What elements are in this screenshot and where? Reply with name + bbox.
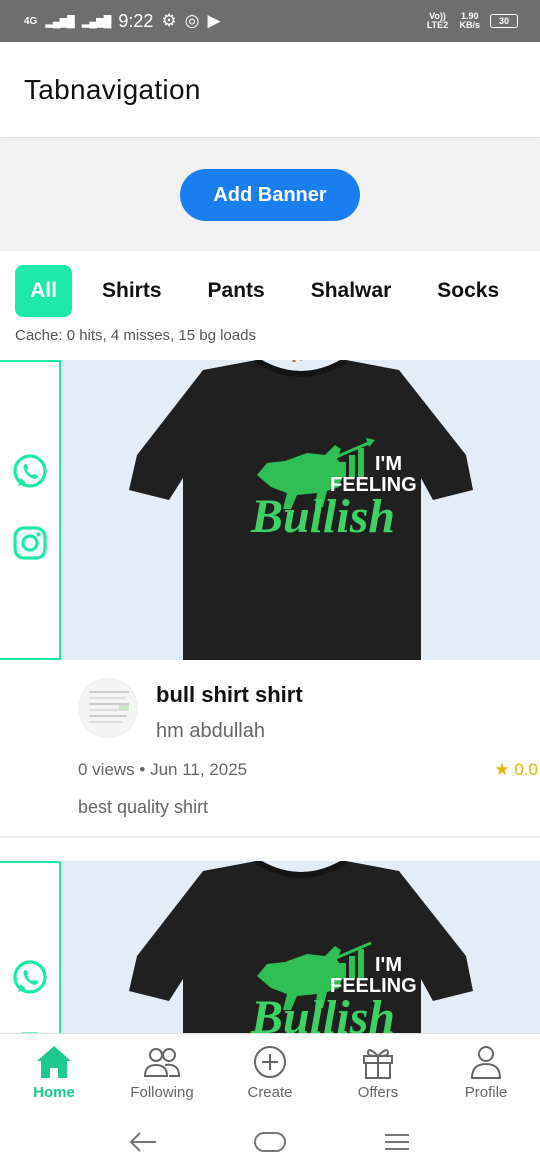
tab-shirts[interactable]: Shirts [102,265,162,317]
tab-shalwar[interactable]: Shalwar [311,265,392,317]
post-rating: ★ 0.0 [494,760,538,779]
post-image[interactable]: I'M FEELING Bullish [61,360,540,660]
category-tabs: All Shirts Pants Shalwar Socks [15,265,499,317]
nav-home[interactable]: Home [0,1034,108,1113]
signal-icon: ▂▄▆█ [45,15,74,28]
settings-icon: ⚙ [161,11,177,30]
share-sidebar [0,360,61,660]
cache-status: Cache: 0 hits, 4 misses, 15 bg loads [15,327,256,344]
avatar[interactable] [78,678,138,738]
post-description: best quality shirt [78,797,209,817]
tab-pants[interactable]: Pants [208,265,265,317]
menu-icon[interactable] [382,1130,412,1154]
nav-profile-label: Profile [464,1084,508,1101]
post-card[interactable]: I'M FEELING Bullish bull shirt shirt hm … [0,360,540,838]
speed-unit: KB/s [459,20,480,30]
nav-create[interactable]: Create [216,1034,324,1113]
page-title: Tabnavigation [24,73,201,105]
add-banner-button[interactable]: Add Banner [180,169,360,221]
nav-offers-label: Offers [357,1084,399,1101]
network-indicator: 4G [24,15,38,27]
nav-offers[interactable]: Offers [324,1034,432,1113]
shirt-text-bullish: Bullish [250,490,395,543]
clock: 9:22 [118,10,154,31]
banner-area: Add Banner [0,139,540,251]
avatar-thumbnail [89,691,129,723]
youtube-notification-icon: ▶ [207,11,221,30]
whatsapp-icon[interactable] [11,453,49,496]
whatsapp-icon[interactable] [11,959,49,1002]
status-bar: 4G ▂▄▆█ ▂▄▆█ 9:22 ⚙ ◎ ▶ Vo)) LTE2 1.90 K… [0,0,540,42]
nav-profile[interactable]: Profile [432,1034,540,1113]
shirt-text-bullish: Bullish [250,991,395,1033]
people-icon [143,1048,181,1077]
shirt-text-im: I'M [375,453,402,475]
signal-icon-2: ▂▄▆█ [81,15,111,28]
app-bar: Tabnavigation [0,42,540,138]
post-image[interactable]: I'M FEELING Bullish [61,861,540,1033]
post-title[interactable]: bull shirt shirt [156,682,303,708]
plus-circle-icon [254,1046,286,1078]
battery-icon: 30 [490,14,518,28]
battery-level: 30 [498,15,509,26]
gift-icon [363,1049,393,1079]
volte-indicator: Vo)) LTE2 [426,11,449,30]
tshirt-image: I'M FEELING Bullish [129,360,473,660]
network-speed: 1.90 KB/s [459,12,480,30]
system-navigation-bar [0,1113,540,1170]
shirt-text-im: I'M [375,954,402,976]
nav-following[interactable]: Following [108,1034,216,1113]
person-icon [470,1046,502,1079]
bottom-navigation: Home Following Create Offers Profile [0,1033,540,1113]
nav-home-label: Home [33,1084,75,1101]
post-author[interactable]: hm abdullah [156,720,265,743]
nav-create-label: Create [247,1084,293,1101]
tab-socks[interactable]: Socks [437,265,499,317]
nav-following-label: Following [130,1084,194,1101]
back-icon[interactable] [128,1130,158,1154]
home-icon [37,1046,71,1078]
tshirt-image: I'M FEELING Bullish [129,861,473,1033]
post-meta: bull shirt shirt hm abdullah 0 views • J… [0,660,540,838]
post-card[interactable]: I'M FEELING Bullish [0,861,540,1033]
post-views-date: 0 views • Jun 11, 2025 [78,760,248,779]
home-button-icon[interactable] [253,1130,287,1154]
instagram-icon[interactable] [11,524,49,567]
whatsapp-notification-icon: ◎ [184,11,200,30]
tab-all[interactable]: All [15,265,72,317]
share-sidebar [0,861,61,1033]
